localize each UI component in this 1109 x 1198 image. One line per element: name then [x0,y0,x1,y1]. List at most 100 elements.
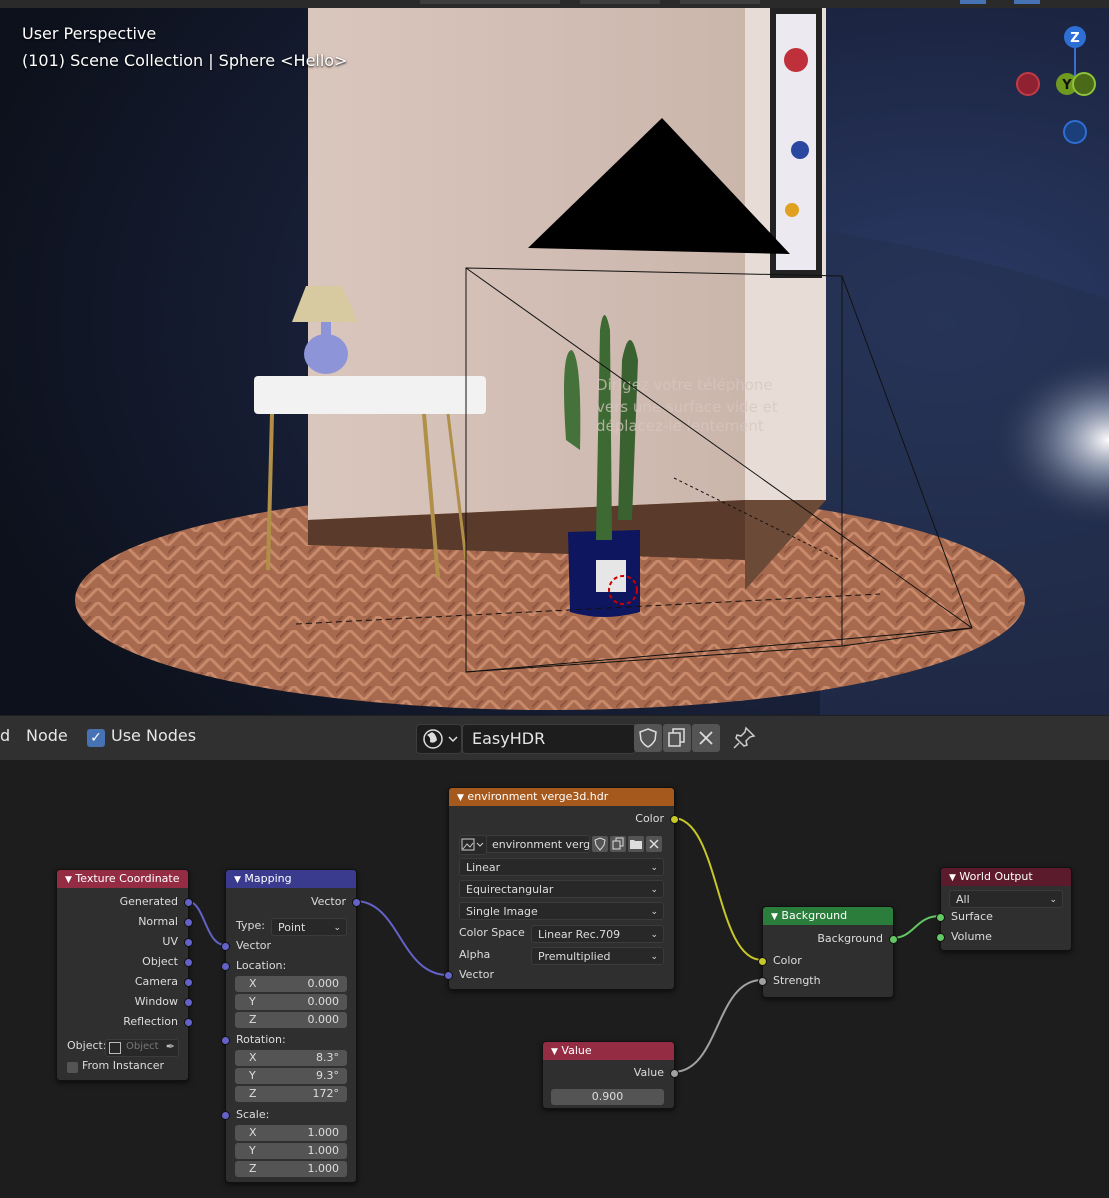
chevron-down-icon: ⌄ [333,923,341,933]
socket[interactable] [352,898,361,907]
mapping-node[interactable]: ▼ Mapping Vector Type: Point ⌄ Vector Loc… [221,869,361,1183]
socket[interactable] [889,935,898,944]
target-dropdown[interactable]: All ⌄ [949,890,1063,908]
socket[interactable] [221,942,230,951]
chevron-down-icon: ⌄ [650,907,658,917]
input-location: Location: [221,956,356,976]
input-color: Color [758,951,893,971]
background-header[interactable]: ▼ Background [763,907,893,925]
viewport-scene: Dirigez votre téléphone vers une surface… [0,0,1109,715]
output-color: Color [449,809,679,829]
node-editor-canvas[interactable]: ▼ Texture Coordinate Generated Normal UV… [0,760,1109,1198]
gizmo-y-label: Y [1061,78,1072,93]
socket[interactable] [221,962,230,971]
texture-coordinate-header[interactable]: ▼ Texture Coordinate [57,870,188,888]
output-vector: Vector [226,892,361,912]
mapping-header[interactable]: ▼ Mapping [226,870,356,888]
input-scale: Scale: [221,1105,356,1125]
gizmo-neg-x-axis[interactable] [1016,72,1040,96]
rotation-x-field[interactable]: X 8.3° [235,1050,347,1066]
projection-dropdown[interactable]: Equirectangular ⌄ [459,880,664,898]
object-field[interactable]: Object ✒ [105,1039,179,1057]
output-value: Value [543,1063,679,1083]
fake-user-button[interactable] [592,836,608,852]
unlink-button[interactable] [692,724,720,752]
menu-partial[interactable]: d [0,726,10,745]
socket[interactable] [184,998,193,1007]
gizmo-neg-y-axis[interactable] [1072,72,1096,96]
socket[interactable] [184,918,193,927]
world-name-field[interactable]: EasyHDR [462,724,636,754]
socket[interactable] [184,978,193,987]
output-background: Background [763,929,898,949]
from-instancer-label: From Instancer [82,1059,165,1072]
socket[interactable] [184,938,193,947]
socket[interactable] [936,913,945,922]
environment-texture-header[interactable]: ▼ environment verge3d.hdr [449,788,674,806]
socket[interactable] [758,957,767,966]
image-name-field[interactable]: environment verg... [486,835,590,853]
location-y-field[interactable]: Y 0.000 [235,994,347,1010]
socket[interactable] [184,898,193,907]
scale-x-field[interactable]: X 1.000 [235,1125,347,1141]
node-editor-header: d Node ✓ Use Nodes EasyHDR [0,715,1109,760]
open-image-button[interactable] [628,836,644,852]
link-value-to-strength [672,979,763,1073]
pin-button[interactable] [730,724,758,752]
output-reflection: Reflection [57,1012,193,1032]
use-nodes-label: Use Nodes [111,726,197,745]
3d-viewport[interactable]: Dirigez votre téléphone vers une surface… [0,0,1109,715]
input-surface: Surface [936,907,1071,927]
texture-coordinate-node[interactable]: ▼ Texture Coordinate Generated Normal UV… [56,869,193,1081]
alpha-dropdown[interactable]: Premultiplied ⌄ [531,947,664,965]
socket[interactable] [670,815,679,824]
rotation-y-field[interactable]: Y 9.3° [235,1068,347,1084]
input-rotation: Rotation: [221,1030,356,1050]
gizmo-neg-z-axis[interactable] [1063,120,1087,144]
object-placeholder: Object [126,1041,159,1052]
type-dropdown[interactable]: Point ⌄ [271,918,347,936]
socket[interactable] [444,971,453,980]
copy-icon [668,728,685,747]
chevron-down-icon: ⌄ [650,885,658,895]
socket[interactable] [184,958,193,967]
scale-y-field[interactable]: Y 1.000 [235,1143,347,1159]
color-space-dropdown[interactable]: Linear Rec.709 ⌄ [531,925,664,943]
socket[interactable] [221,1111,230,1120]
world-icon [423,729,458,749]
socket[interactable] [221,1036,230,1045]
socket[interactable] [670,1069,679,1078]
socket[interactable] [936,933,945,942]
output-camera: Camera [57,972,193,992]
world-browse-button[interactable] [416,724,462,754]
output-window: Window [57,992,193,1012]
value-header[interactable]: ▼ Value [543,1042,674,1060]
world-output-header[interactable]: ▼ World Output [941,868,1071,886]
unlink-image-button[interactable] [646,836,662,852]
value-field[interactable]: 0.900 [551,1089,664,1105]
socket[interactable] [184,1018,193,1027]
duplicate-button[interactable] [663,724,691,752]
world-output-node[interactable]: ▼ World Output All ⌄ Surface Volume [936,867,1072,951]
ar-overlay-line: vers une surface vide et [596,398,778,416]
close-icon [699,731,713,745]
use-nodes-checkbox[interactable]: ✓ [87,729,105,747]
duplicate-image-button[interactable] [610,836,626,852]
eyedropper-icon[interactable]: ✒ [166,1040,175,1053]
socket[interactable] [758,977,767,986]
value-node[interactable]: ▼ Value Value 0.900 [542,1041,679,1109]
background-node[interactable]: ▼ Background Background Color Strength [758,906,898,998]
source-dropdown[interactable]: Single Image ⌄ [459,902,664,920]
image-browse-button[interactable] [459,835,487,855]
fake-user-button[interactable] [634,724,662,752]
location-x-field[interactable]: X 0.000 [235,976,347,992]
node-menu[interactable]: Node [26,726,68,745]
input-vector: Vector [444,965,674,985]
copy-icon [612,837,624,850]
interpolation-dropdown[interactable]: Linear ⌄ [459,858,664,876]
from-instancer-checkbox[interactable] [67,1062,78,1073]
scale-z-field[interactable]: Z 1.000 [235,1161,347,1177]
rotation-z-field[interactable]: Z 172° [235,1086,347,1102]
location-z-field[interactable]: Z 0.000 [235,1012,347,1028]
environment-texture-node[interactable]: ▼ environment verge3d.hdr Color environm… [444,787,679,990]
